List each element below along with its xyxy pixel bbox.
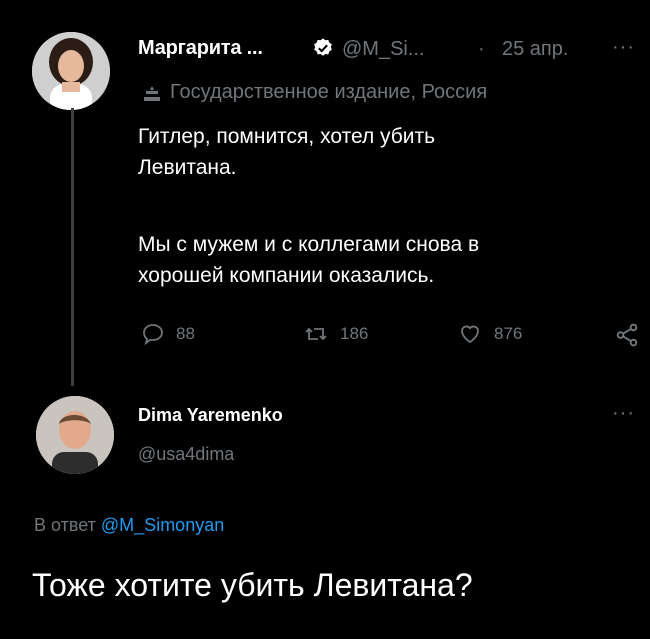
verified-icon — [312, 37, 334, 64]
reply-context: В ответ @M_Simonyan — [34, 515, 224, 536]
avatar[interactable] — [36, 396, 114, 474]
like-count: 876 — [494, 324, 523, 343]
share-icon — [616, 323, 638, 347]
author-name[interactable]: Dima Yaremenko — [138, 405, 283, 426]
author-handle[interactable]: @M_Si... — [342, 38, 425, 61]
tweet-text-line: хорошей компании оказались. — [138, 264, 435, 287]
tweet-text-line: Левитана. — [138, 156, 237, 179]
avatar[interactable] — [32, 32, 110, 110]
tweet-text-line: Гитлер, помнится, хотел убить — [138, 125, 436, 148]
tweet-date[interactable]: 25 апр. — [502, 38, 568, 61]
tweet-text-line: Мы с мужем и с коллегами снова в — [138, 233, 480, 256]
reply-icon — [143, 324, 163, 346]
reply-to-link[interactable]: @M_Simonyan — [101, 515, 224, 535]
heart-icon — [461, 325, 479, 344]
thread-line — [71, 108, 74, 386]
like-button[interactable]: 876 — [456, 322, 522, 346]
state-media-label[interactable]: Государственное издание, Россия — [170, 81, 487, 104]
tweet-text: Гитлер, помнится, хотел убить Левитана. — [138, 121, 435, 183]
author-name[interactable]: Маргарита ... — [138, 37, 263, 60]
separator-dot: · — [478, 38, 485, 60]
reply-button[interactable]: 88 — [140, 322, 195, 346]
retweet-count: 186 — [340, 324, 369, 343]
avatar-photo — [32, 32, 110, 110]
reply-count: 88 — [176, 324, 195, 343]
share-button[interactable] — [614, 322, 640, 353]
reply-text: Тоже хотите убить Левитана? — [32, 567, 473, 603]
more-options-icon[interactable]: ··· — [612, 402, 635, 425]
retweet-button[interactable]: 186 — [302, 322, 368, 346]
author-handle[interactable]: @usa4dima — [138, 444, 234, 465]
more-options-icon[interactable]: ··· — [612, 36, 635, 59]
avatar-photo — [36, 396, 114, 474]
retweet-icon — [305, 327, 327, 341]
tweet-text: Мы с мужем и с коллегами снова в хорошей… — [138, 229, 479, 291]
reply-prefix: В ответ — [34, 515, 96, 535]
state-media-icon — [142, 84, 162, 109]
